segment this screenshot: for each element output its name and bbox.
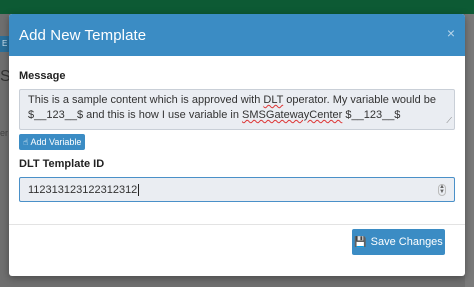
close-icon[interactable]: ×: [447, 25, 455, 41]
dlt-template-id-value: 1123131231223123​12: [28, 183, 138, 196]
number-spinner-icon[interactable]: ▲ ▼: [438, 184, 446, 196]
modal-body: Message This is a sample content which i…: [9, 70, 465, 202]
footer-divider: [9, 224, 465, 225]
add-variable-button[interactable]: ☝ Add Variable: [19, 134, 86, 150]
save-changes-button[interactable]: 💾 Save Changes: [352, 229, 445, 255]
background-edge-text: er: [0, 128, 9, 138]
modal-header: Add New Template ×: [9, 14, 465, 56]
message-text-brand: SMSGatewayCenter: [242, 109, 343, 121]
hand-pointer-icon: ☝: [23, 136, 29, 147]
modal-title: Add New Template: [19, 26, 147, 44]
save-changes-label: Save Changes: [370, 236, 443, 248]
background-edge-label: E: [0, 36, 9, 52]
background-edge-letter: S: [0, 68, 11, 85]
add-variable-label: Add Variable: [30, 137, 82, 147]
background-right-strip: [465, 14, 474, 287]
background-topbar: [0, 0, 474, 14]
message-text-part1: This is a sample content which is approv…: [28, 94, 264, 106]
message-text-part3: $__123__$: [342, 109, 401, 121]
text-caret: [138, 183, 140, 196]
add-template-modal: Add New Template × Message This is a sam…: [9, 14, 465, 276]
dlt-template-id-label: DLT Template ID: [19, 158, 105, 170]
message-textarea[interactable]: This is a sample content which is approv…: [19, 89, 455, 130]
message-text-dlt: DLT: [263, 94, 284, 106]
resize-handle-icon[interactable]: ⟋: [446, 113, 452, 128]
message-label: Message: [19, 70, 66, 82]
floppy-disk-icon: 💾: [354, 236, 367, 248]
dlt-template-id-input[interactable]: 1123131231223123​12 ▲ ▼: [19, 177, 455, 202]
